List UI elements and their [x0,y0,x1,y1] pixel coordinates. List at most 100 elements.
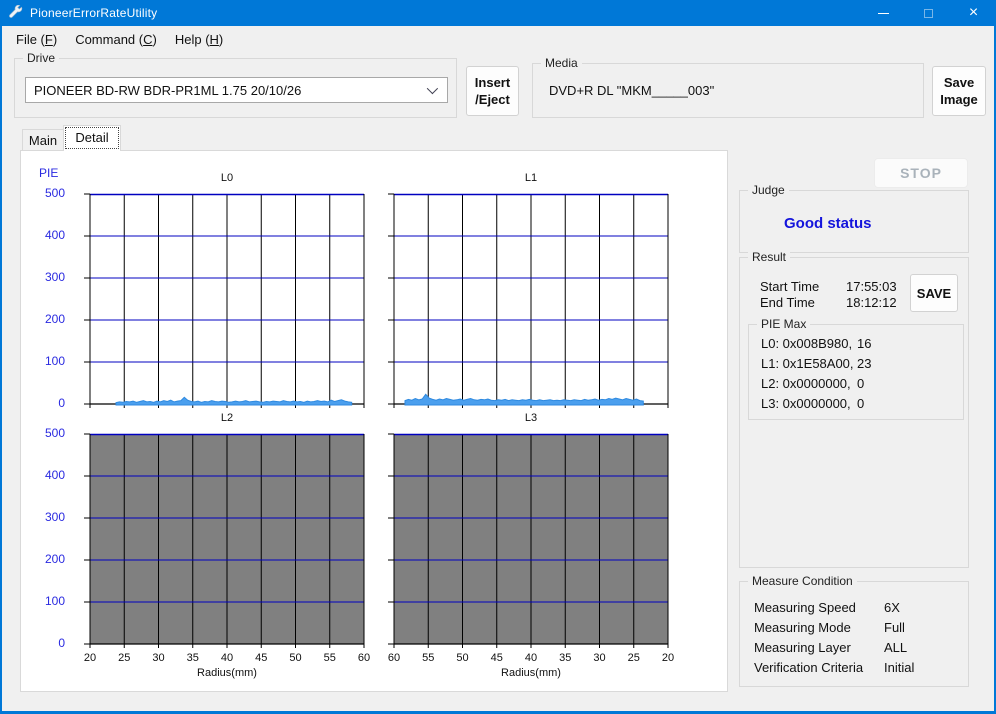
x-axis-title-l2: Radius(mm) [90,667,364,679]
measuring-speed-row: Measuring Speed6X [754,597,962,617]
measure-condition-group: Measure Condition Measuring Speed6X Meas… [739,581,969,687]
x-tick-label: 55 [316,652,344,664]
pie-max-group: PIE Max L0: 0x008B980,16 L1: 0x1E58A00,2… [748,324,964,420]
chart-title-l3: L3 [394,412,668,424]
measuring-mode-row: Measuring ModeFull [754,617,962,637]
x-tick-label: 30 [586,652,614,664]
y-tick-label: 300 [29,510,65,524]
judge-status-text: Good status [784,215,872,232]
judge-group: Judge Good status [739,190,969,253]
x-axis-labels-l3: 605550454035302520 [388,652,674,666]
menu-command[interactable]: Command (C) [66,28,166,51]
chart-title-l2: L2 [90,412,364,424]
chart-title-l1: L1 [394,172,668,184]
y-axis-labels-bottom: 5004003002001000 [29,434,65,646]
chart-plot-l2 [90,434,364,644]
x-tick-label: 25 [620,652,648,664]
x-tick-label: 25 [110,652,138,664]
drive-group: Drive PIONEER BD-RW BDR-PR1ML 1.75 20/10… [14,58,457,118]
wrench-icon [8,5,24,21]
x-axis-title-l3: Radius(mm) [394,667,668,679]
menu-help[interactable]: Help (H) [166,28,232,51]
x-tick-label: 35 [179,652,207,664]
chart-plot-l1 [394,194,668,404]
pie-max-row-l3: L3: 0x0000000,0 [761,393,957,413]
pie-max-row-l0: L0: 0x008B980,16 [761,333,957,353]
x-tick-label: 50 [449,652,477,664]
x-tick-label: 45 [247,652,275,664]
save-button[interactable]: SAVE [910,274,958,312]
x-tick-label: 20 [76,652,104,664]
y-tick-label: 0 [29,636,65,650]
pie-max-row-l2: L2: 0x0000000,0 [761,373,957,393]
x-tick-label: 40 [213,652,241,664]
start-time-label: Start Time [760,279,819,294]
tab-detail[interactable]: Detail [63,125,121,151]
start-time-value: 17:55:03 [846,279,897,294]
media-group-label: Media [541,56,582,70]
chart-svg-l3 [388,434,674,652]
verification-criteria-row: Verification CriteriaInitial [754,657,962,677]
title-bar: PioneerErrorRateUtility × [0,0,996,26]
x-tick-label: 55 [414,652,442,664]
y-tick-label: 200 [29,312,65,326]
drive-select[interactable]: PIONEER BD-RW BDR-PR1ML 1.75 20/10/26 [25,77,448,103]
x-tick-label: 60 [350,652,378,664]
window-title: PioneerErrorRateUtility [30,6,157,20]
x-tick-label: 35 [551,652,579,664]
y-tick-label: 500 [29,426,65,440]
chevron-down-icon [427,83,438,94]
measuring-layer-row: Measuring LayerALL [754,637,962,657]
chart-plot-l3 [394,434,668,644]
app-window: PioneerErrorRateUtility × File (F) Comma… [0,0,996,714]
media-value: DVD+R DL "MKM_____003" [549,83,714,98]
drive-selected-value: PIONEER BD-RW BDR-PR1ML 1.75 20/10/26 [34,83,301,98]
pie-data-series-l1 [405,394,643,405]
chart-svg-l2 [84,434,370,652]
maximize-button[interactable] [906,0,951,26]
pie-max-group-label: PIE Max [757,317,810,331]
minimize-button[interactable] [861,0,906,26]
end-time-label: End Time [760,295,815,310]
close-icon: × [969,5,978,21]
y-tick-label: 100 [29,354,65,368]
y-tick-label: 200 [29,552,65,566]
result-group: Result Start Time 17:55:03 End Time 18:1… [739,257,969,568]
detail-tab-panel: PIE L0 L1 5004003002001000 L2 L3 5004003… [20,150,728,692]
stop-button[interactable]: STOP [874,158,968,188]
chart-svg-l0 [84,194,370,412]
x-tick-label: 45 [483,652,511,664]
menu-file[interactable]: File (F) [7,28,66,51]
insert-eject-button[interactable]: Insert /Eject [466,66,519,116]
judge-group-label: Judge [748,183,789,197]
y-tick-label: 500 [29,186,65,200]
y-tick-label: 0 [29,396,65,410]
pie-max-row-l1: L1: 0x1E58A00,23 [761,353,957,373]
chart-svg-l1 [388,194,674,412]
x-tick-label: 40 [517,652,545,664]
y-tick-label: 400 [29,228,65,242]
measure-condition-group-label: Measure Condition [748,574,857,588]
y-axis-labels-top: 5004003002001000 [29,194,65,406]
close-button[interactable]: × [951,0,996,26]
x-tick-label: 60 [380,652,408,664]
end-time-value: 18:12:12 [846,295,897,310]
x-tick-label: 20 [654,652,682,664]
tab-main[interactable]: Main [22,129,64,151]
drive-group-label: Drive [23,51,59,65]
menu-bar: File (F) Command (C) Help (H) [2,26,994,52]
y-tick-label: 100 [29,594,65,608]
y-tick-label: 400 [29,468,65,482]
chart-plot-l0 [90,194,364,404]
result-group-label: Result [748,250,790,264]
x-tick-label: 50 [282,652,310,664]
save-image-button[interactable]: Save Image [932,66,986,116]
x-axis-labels-l2: 202530354045505560 [84,652,370,666]
pie-data-series-l0 [116,397,352,405]
pie-axis-label: PIE [39,166,58,180]
maximize-icon [924,9,933,18]
minimize-icon [878,13,889,14]
y-tick-label: 300 [29,270,65,284]
chart-title-l0: L0 [90,172,364,184]
x-tick-label: 30 [145,652,173,664]
